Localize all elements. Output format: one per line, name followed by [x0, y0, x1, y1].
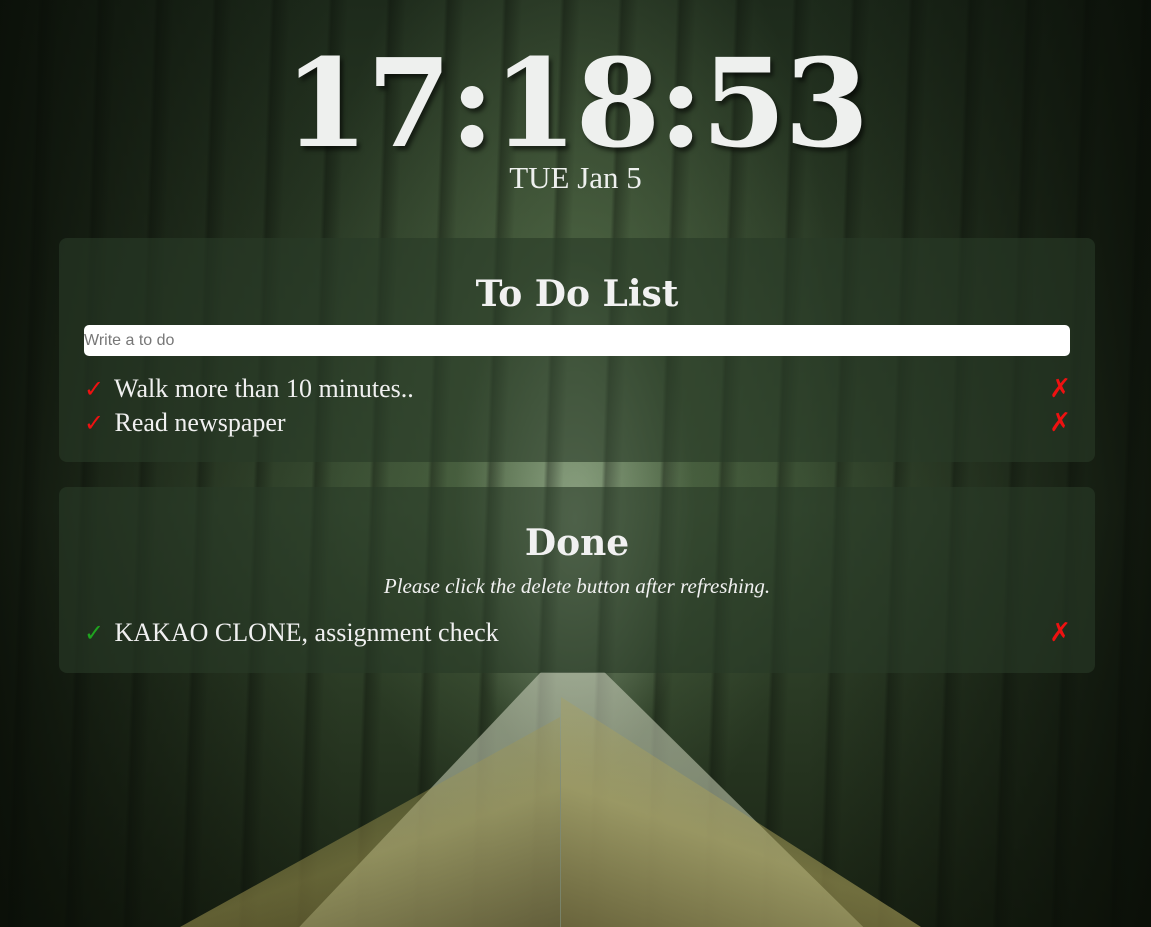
todo-item-text: Walk more than 10 minutes.. — [114, 374, 414, 403]
delete-icon[interactable]: ✗ — [1049, 372, 1071, 406]
list-item: ✓ Walk more than 10 minutes.. ✗ — [59, 372, 1095, 406]
todo-panel: To Do List ✓ Walk more than 10 minutes..… — [59, 238, 1095, 462]
check-icon[interactable]: ✓ — [84, 373, 108, 407]
list-item: ✓ KAKAO CLONE, assignment check ✗ — [59, 616, 1095, 650]
done-item-text: KAKAO CLONE, assignment check — [114, 618, 499, 647]
todo-item-text: Read newspaper — [114, 408, 286, 437]
check-icon[interactable]: ✓ — [84, 617, 108, 651]
todo-title: To Do List — [475, 273, 679, 315]
list-item: ✓ Read newspaper ✗ — [59, 406, 1095, 440]
check-icon[interactable]: ✓ — [84, 407, 108, 441]
done-title: Done — [524, 522, 630, 564]
delete-icon[interactable]: ✗ — [1049, 616, 1071, 650]
done-notice: Please click the delete button after ref… — [383, 574, 771, 598]
todo-input[interactable] — [84, 325, 1070, 356]
done-list: ✓ KAKAO CLONE, assignment check ✗ — [59, 616, 1095, 650]
clock-time: 17:18:53 — [283, 31, 869, 175]
clock-date: TUE Jan 5 — [509, 160, 642, 195]
done-panel: Done Please click the delete button afte… — [59, 487, 1095, 673]
todo-list: ✓ Walk more than 10 minutes.. ✗ ✓ Read n… — [59, 372, 1095, 440]
delete-icon[interactable]: ✗ — [1049, 406, 1071, 440]
